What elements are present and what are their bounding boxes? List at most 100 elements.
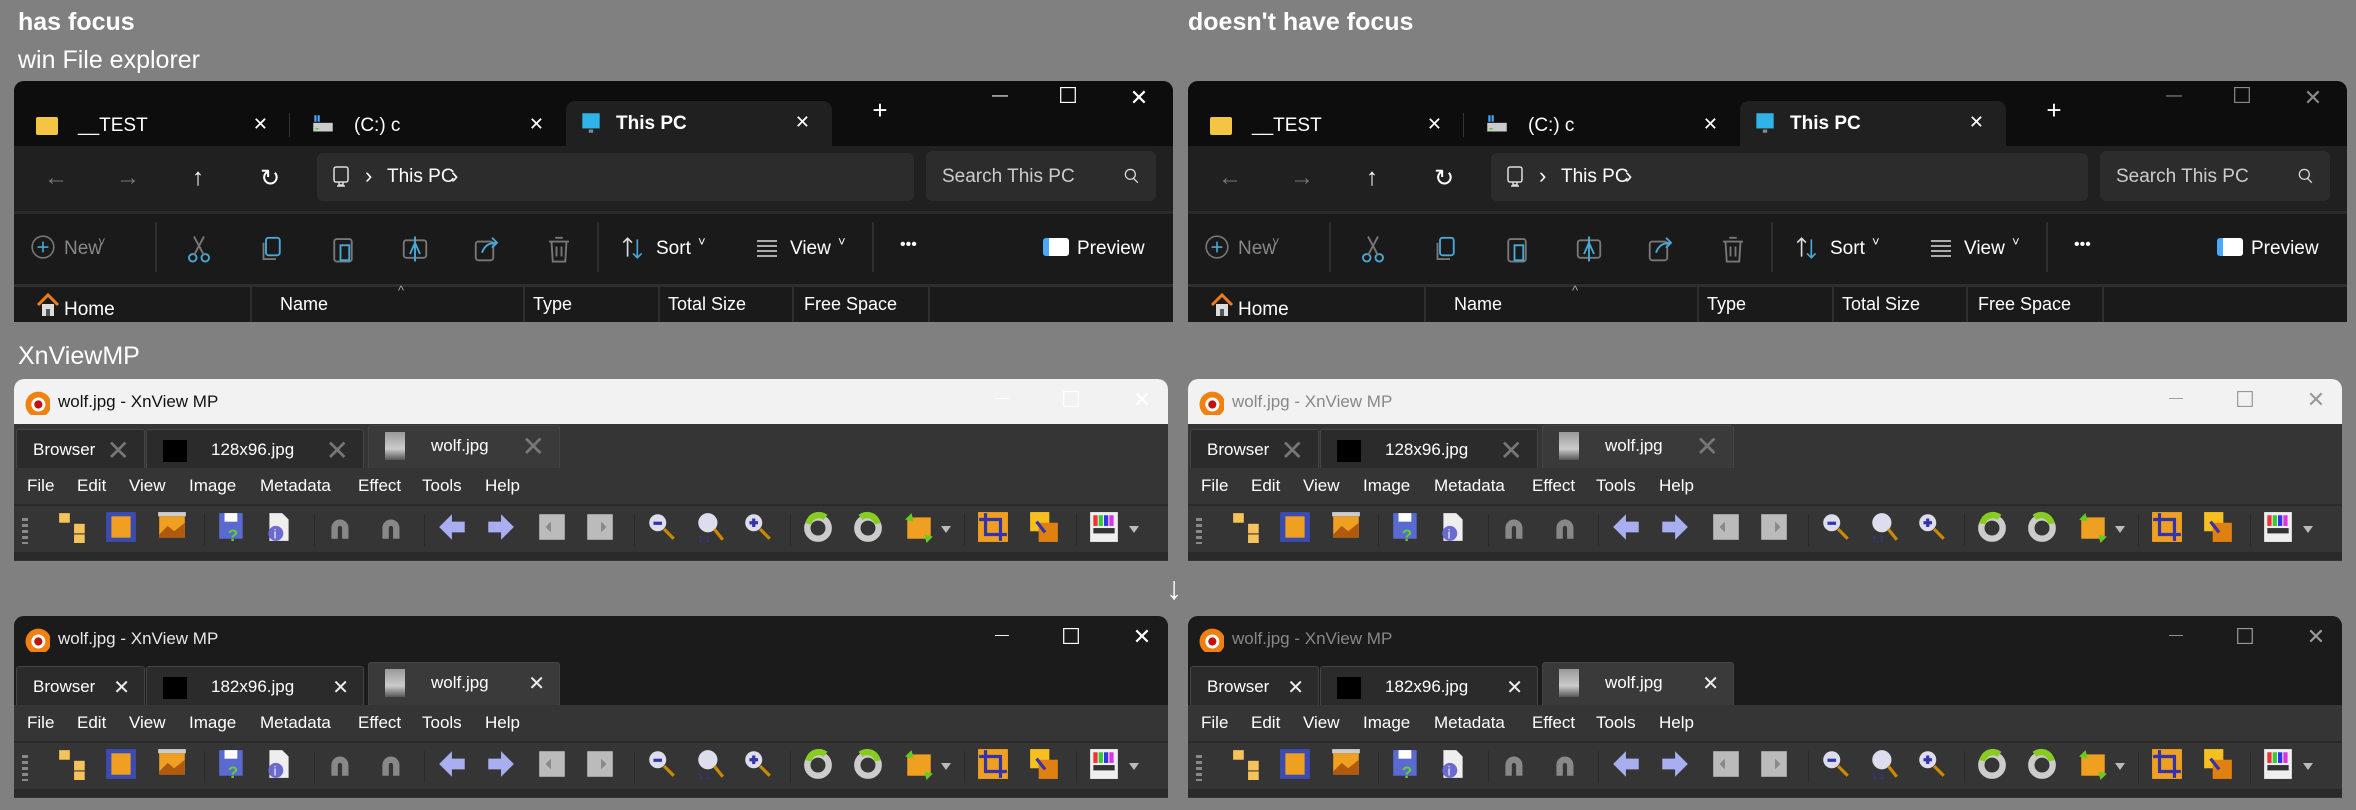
- more-options-button[interactable]: •••: [2074, 236, 2091, 254]
- menu-tools[interactable]: Tools: [422, 476, 462, 496]
- share-button[interactable]: [472, 232, 502, 266]
- dropdown-arrow-icon[interactable]: [2303, 526, 2313, 533]
- next-button[interactable]: [484, 510, 516, 544]
- maximize-button[interactable]: ☐: [1051, 387, 1091, 413]
- rotate-right-button[interactable]: [852, 747, 884, 781]
- minimize-button[interactable]: —: [982, 389, 1022, 405]
- column-divider[interactable]: [523, 287, 525, 322]
- next-button[interactable]: [484, 747, 516, 781]
- column-header-free-space[interactable]: Free Space: [1978, 294, 2071, 315]
- menu-tools[interactable]: Tools: [422, 713, 462, 733]
- redo-button[interactable]: [1550, 510, 1582, 544]
- rotate-left-button[interactable]: [1976, 510, 2008, 544]
- close-tab-icon[interactable]: ✕: [528, 671, 545, 696]
- close-tab-icon[interactable]: ✕: [1500, 434, 1523, 467]
- menu-metadata[interactable]: Metadata: [260, 713, 331, 733]
- tab-browser[interactable]: Browser ✕: [16, 429, 145, 469]
- menu-effect[interactable]: Effect: [358, 713, 401, 733]
- dropdown-arrow-icon[interactable]: [1129, 763, 1139, 770]
- tab-cc[interactable]: (C:) c ✕: [1464, 103, 1740, 146]
- menu-tools[interactable]: Tools: [1596, 476, 1636, 496]
- actual-size-button[interactable]: 1:1: [1868, 510, 1900, 544]
- forward-button[interactable]: →: [1282, 164, 1322, 192]
- rotate-right-button[interactable]: [2026, 747, 2058, 781]
- cut-button[interactable]: [184, 232, 214, 266]
- dropdown-arrow-icon[interactable]: [2115, 763, 2125, 770]
- close-window-button[interactable]: ✕: [2296, 624, 2336, 650]
- zoom-out-button[interactable]: [646, 747, 678, 781]
- undo-button[interactable]: [1499, 510, 1531, 544]
- previous-page-button[interactable]: [536, 510, 568, 544]
- column-divider[interactable]: [928, 287, 930, 322]
- menu-image[interactable]: Image: [1363, 713, 1410, 733]
- toolbar-grip-handle[interactable]: [22, 755, 28, 781]
- maximize-button[interactable]: ☐: [2225, 387, 2265, 413]
- minimize-button[interactable]: —: [980, 87, 1020, 105]
- properties-button[interactable]: i: [1437, 510, 1469, 544]
- search-input[interactable]: Search This PC: [2116, 166, 2249, 188]
- color-adjust-button[interactable]: [1088, 510, 1120, 544]
- breadcrumb-chevron[interactable]: ›: [365, 163, 372, 189]
- next-button[interactable]: [1658, 747, 1690, 781]
- browser-folders-button[interactable]: [1231, 510, 1263, 544]
- previous-button[interactable]: [437, 510, 469, 544]
- menu-view[interactable]: View: [1303, 713, 1340, 733]
- next-button[interactable]: [1658, 510, 1690, 544]
- new-tab-button[interactable]: +: [2034, 95, 2074, 126]
- zoom-in-button[interactable]: [1916, 510, 1948, 544]
- undo-button[interactable]: [325, 747, 357, 781]
- up-button[interactable]: ↑: [1352, 164, 1392, 192]
- tab-cc[interactable]: (C:) c ✕: [290, 103, 566, 146]
- next-page-button[interactable]: [1758, 510, 1790, 544]
- menu-effect[interactable]: Effect: [1532, 713, 1575, 733]
- maximize-button[interactable]: ☐: [2222, 83, 2262, 109]
- previous-button[interactable]: [437, 747, 469, 781]
- close-tab-icon[interactable]: ✕: [1287, 675, 1304, 700]
- slideshow-button[interactable]: [1330, 510, 1362, 544]
- close-tab-icon[interactable]: ✕: [332, 675, 349, 700]
- dropdown-arrow-icon[interactable]: [2115, 526, 2125, 533]
- zoom-out-button[interactable]: [1820, 510, 1852, 544]
- new-button[interactable]: New ˅: [1204, 232, 1284, 266]
- dropdown-arrow-icon[interactable]: [1129, 526, 1139, 533]
- toolbar-grip-handle[interactable]: [1196, 518, 1202, 544]
- rotate-left-button[interactable]: [802, 747, 834, 781]
- tab-128x96jpg[interactable]: 128x96.jpg ✕: [1320, 429, 1538, 469]
- column-divider[interactable]: [1424, 287, 1426, 322]
- crop-button[interactable]: [2151, 747, 2183, 781]
- actual-size-button[interactable]: 1:1: [694, 747, 726, 781]
- close-tab-icon[interactable]: ✕: [107, 434, 130, 467]
- refresh-button[interactable]: ↻: [250, 164, 290, 193]
- delete-button[interactable]: [1718, 232, 1748, 266]
- close-window-button[interactable]: ✕: [1122, 624, 1162, 650]
- rotate-right-button[interactable]: [2026, 510, 2058, 544]
- close-tab-icon[interactable]: ✕: [1427, 114, 1442, 135]
- tab-128x96jpg[interactable]: 128x96.jpg ✕: [146, 429, 364, 469]
- browser-folders-button[interactable]: [57, 510, 89, 544]
- maximize-button[interactable]: ☐: [2225, 624, 2265, 650]
- menu-effect[interactable]: Effect: [1532, 476, 1575, 496]
- resize-button[interactable]: [2202, 747, 2234, 781]
- sort-button[interactable]: Sort ˅: [620, 234, 716, 264]
- zoom-in-button[interactable]: [742, 747, 774, 781]
- column-divider[interactable]: [1966, 287, 1968, 322]
- close-tab-icon[interactable]: ✕: [1702, 671, 1719, 696]
- minimize-button[interactable]: —: [2154, 87, 2194, 105]
- menu-edit[interactable]: Edit: [1251, 713, 1280, 733]
- zoom-in-button[interactable]: [1916, 747, 1948, 781]
- paste-button[interactable]: [328, 232, 358, 266]
- tab-182x96jpg[interactable]: 182x96.jpg ✕: [1320, 666, 1538, 706]
- menu-edit[interactable]: Edit: [1251, 476, 1280, 496]
- rename-button[interactable]: [1574, 232, 1604, 266]
- next-page-button[interactable]: [584, 510, 616, 544]
- menu-effect[interactable]: Effect: [358, 476, 401, 496]
- menu-image[interactable]: Image: [1363, 476, 1410, 496]
- column-divider[interactable]: [658, 287, 660, 322]
- address-bar[interactable]: › This PC ›: [317, 153, 914, 201]
- breadcrumb-chevron[interactable]: ›: [1625, 163, 1632, 189]
- sort-button[interactable]: Sort ˅: [1794, 234, 1890, 264]
- properties-button[interactable]: i: [263, 510, 295, 544]
- tab-wolfjpg[interactable]: wolf.jpg ✕: [368, 662, 560, 706]
- tab-thispc[interactable]: This PC ✕: [566, 101, 832, 146]
- zoom-out-button[interactable]: [1820, 747, 1852, 781]
